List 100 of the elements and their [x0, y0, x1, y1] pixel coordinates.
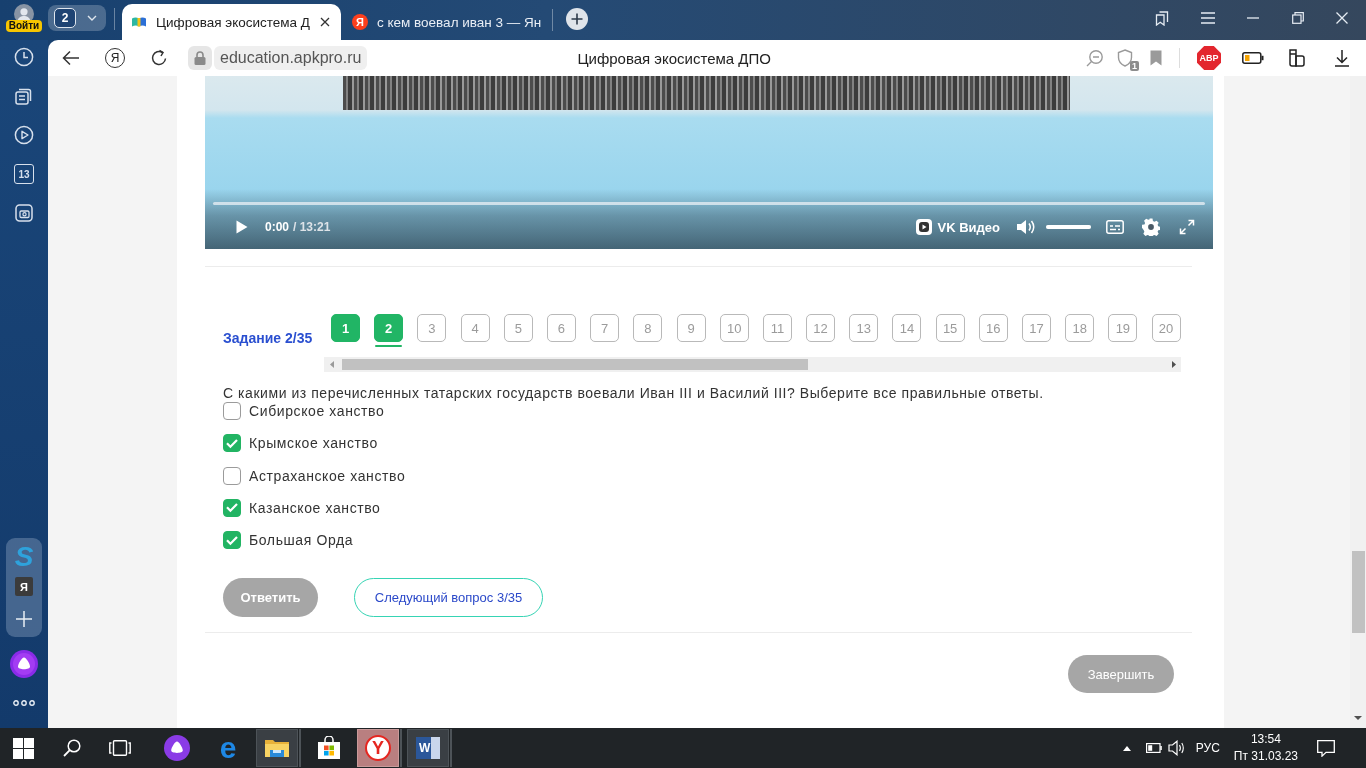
chevron-up-icon[interactable] [1122, 745, 1131, 751]
checkbox[interactable] [223, 531, 241, 550]
lock-icon [194, 51, 206, 65]
option-label[interactable]: Большая Орда [249, 532, 354, 549]
tab-count-badge: 2 [54, 8, 76, 28]
scrollbar-thumb[interactable] [342, 359, 808, 370]
adblock-button[interactable]: ABP [1197, 46, 1221, 70]
alice-icon[interactable] [164, 735, 190, 761]
question-number-button[interactable]: 2 [374, 314, 404, 342]
scroll-down-icon[interactable] [1354, 716, 1362, 720]
browser-tab[interactable]: Я с кем воевал иван 3 — Ян [340, 4, 553, 40]
play-circle-icon[interactable] [14, 125, 34, 145]
alice-icon[interactable] [10, 650, 38, 678]
question-number-button[interactable]: 7 [590, 314, 620, 342]
question-number-button[interactable]: 20 [1151, 314, 1181, 342]
page-title: Цифровая экосистема ДПО [577, 49, 771, 67]
checkbox[interactable] [223, 466, 241, 485]
play-icon[interactable] [236, 220, 248, 234]
book-icon [132, 17, 146, 27]
scrollbar-thumb[interactable] [1351, 551, 1365, 633]
back-icon[interactable] [62, 50, 80, 66]
option-label[interactable]: Сибирское ханство [249, 403, 385, 419]
checkbox[interactable] [223, 402, 241, 420]
question-number-button[interactable]: 4 [460, 314, 490, 342]
notification-icon[interactable] [1317, 739, 1335, 757]
option-label[interactable]: Казанское ханство [249, 499, 381, 516]
task-counter: Задание 2/35 [223, 330, 314, 346]
clock-time[interactable]: 13:54 [1250, 731, 1281, 748]
search-icon[interactable] [63, 739, 81, 757]
horizontal-scrollbar[interactable] [324, 357, 1181, 372]
task-view-icon[interactable] [109, 740, 131, 756]
question-number-button[interactable]: 14 [892, 314, 922, 342]
question-number-button[interactable]: 8 [633, 314, 663, 342]
question-number-button[interactable]: 17 [1022, 314, 1051, 342]
yandex-browser-logo: Y [365, 735, 391, 761]
camera-icon[interactable] [14, 203, 34, 223]
shield-icon[interactable] [1117, 49, 1133, 67]
fullscreen-icon[interactable] [1179, 219, 1195, 235]
battery-icon[interactable] [1242, 52, 1264, 64]
question-number-button[interactable]: 9 [676, 314, 706, 342]
zoom-out-icon[interactable] [1086, 49, 1104, 67]
tab-group-button[interactable]: 2 [48, 5, 106, 31]
site-info-button[interactable] [188, 46, 212, 70]
calendar-button[interactable]: 13 [14, 164, 34, 184]
stacked-pages-icon[interactable] [14, 86, 34, 106]
checkbox[interactable] [223, 434, 241, 453]
subtitles-icon[interactable] [1106, 220, 1124, 234]
windows-logo-icon[interactable] [13, 737, 34, 759]
question-number-button[interactable]: 11 [762, 314, 792, 342]
new-tab-icon[interactable] [566, 8, 589, 30]
volume-icon[interactable] [1167, 740, 1186, 756]
clock-icon[interactable] [14, 47, 34, 67]
folder-icon [265, 738, 289, 758]
download-icon[interactable] [1334, 49, 1350, 67]
settings-icon[interactable] [1142, 218, 1160, 236]
bookmarks-icon[interactable] [1154, 10, 1170, 26]
taskbar-app-button[interactable]: Y [357, 729, 399, 767]
question-number-button[interactable]: 12 [806, 314, 836, 342]
question-number-button[interactable]: 3 [417, 314, 447, 342]
input-language[interactable]: РУС [1195, 741, 1220, 755]
restore-icon[interactable] [1292, 12, 1304, 24]
close-icon[interactable] [1336, 12, 1348, 24]
question-text: С какими из перечисленных татарских государств воевали Иван III и Василий III? Выберите все правильные ответы. [223, 385, 1045, 402]
question-number-button[interactable]: 5 [503, 314, 533, 342]
more-icon[interactable] [13, 700, 35, 706]
question-number-button[interactable]: 16 [978, 314, 1008, 342]
question-number-button[interactable]: 6 [546, 314, 576, 342]
browser-tab[interactable]: Цифровая экосистема Д [122, 4, 341, 40]
total-time: / 13:21 [293, 220, 331, 234]
battery-icon[interactable] [1145, 743, 1162, 753]
reload-icon[interactable] [150, 49, 168, 67]
menu-icon[interactable] [1200, 12, 1216, 24]
shopping-bag-icon[interactable] [317, 736, 341, 760]
chevron-down-icon [87, 15, 97, 21]
volume-slider[interactable] [1046, 225, 1091, 229]
taskbar-app-button[interactable]: W [407, 729, 449, 767]
yandex-app-button[interactable]: Я [15, 577, 33, 596]
question-number-button[interactable]: 13 [849, 314, 879, 342]
word-logo: W [416, 737, 440, 759]
next-question-button[interactable]: Следующий вопрос 3/35 [354, 578, 543, 618]
s-app-logo[interactable]: S [14, 542, 34, 572]
extensions-icon[interactable] [1288, 48, 1306, 68]
question-number-button[interactable]: 15 [935, 314, 965, 342]
close-tab-icon[interactable] [319, 17, 330, 27]
option-label[interactable]: Астраханское ханство [249, 467, 406, 484]
question-number-button[interactable]: 1 [331, 314, 360, 342]
sign-in-badge[interactable]: Войти [5, 20, 43, 32]
plus-icon[interactable] [15, 610, 33, 628]
edge-logo[interactable]: e [219, 734, 237, 762]
question-number-button[interactable]: 10 [719, 314, 749, 342]
bookmark-icon[interactable] [1150, 50, 1162, 66]
scroll-right-icon[interactable] [1172, 361, 1176, 368]
question-number-button[interactable]: 19 [1108, 314, 1138, 342]
checkbox[interactable] [223, 498, 241, 517]
address-field[interactable]: education.apkpro.ru [214, 46, 368, 70]
question-number-button[interactable]: 18 [1065, 314, 1095, 342]
taskbar-app-button[interactable] [256, 729, 298, 767]
clock-date[interactable]: Пт 31.03.23 [1233, 748, 1298, 765]
option-label[interactable]: Крымское ханство [249, 435, 378, 452]
protection-count-badge: 1 [1130, 61, 1139, 71]
